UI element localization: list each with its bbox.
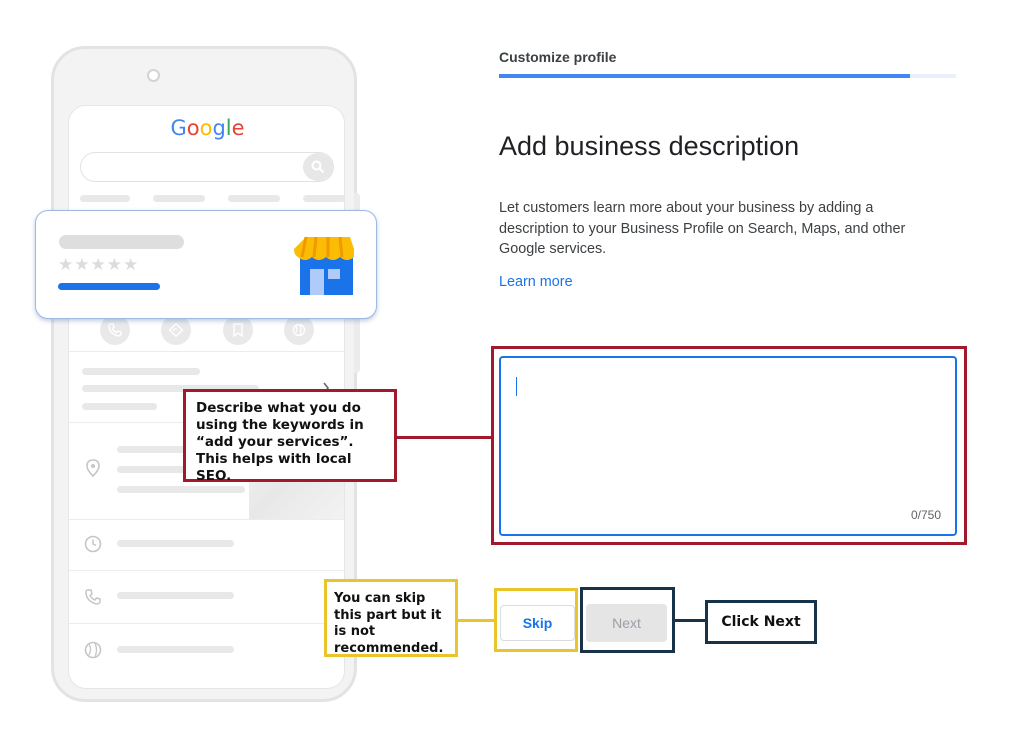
divider xyxy=(69,570,344,571)
connector-line xyxy=(397,436,492,439)
phone-illustration: Google xyxy=(51,46,357,702)
rating-stars: ★★★★★ xyxy=(58,255,140,275)
skip-button[interactable]: Skip xyxy=(500,605,575,641)
divider xyxy=(69,351,344,352)
description-text: Let customers learn more about your busi… xyxy=(499,200,906,257)
phone-icon xyxy=(83,587,103,607)
seo-callout: Describe what you do using the keywords … xyxy=(183,389,397,484)
globe-icon xyxy=(83,640,103,660)
divider xyxy=(69,623,344,624)
google-logo-letter: o xyxy=(186,116,200,140)
phone-search-bar xyxy=(80,152,334,182)
progress-bar xyxy=(499,74,956,78)
placeholder-bar xyxy=(117,592,234,599)
text-cursor xyxy=(516,377,517,396)
progress-fill xyxy=(499,74,911,78)
google-logo-letter: e xyxy=(231,116,245,140)
placeholder-bar xyxy=(153,195,205,202)
search-icon xyxy=(303,153,333,181)
page-title: Add business description xyxy=(499,131,800,161)
placeholder-bar xyxy=(117,646,234,653)
google-logo: Google xyxy=(69,116,344,140)
business-name-placeholder xyxy=(59,235,184,249)
bookmark-icon xyxy=(223,315,253,345)
placeholder-bar xyxy=(117,486,245,493)
phone-icon xyxy=(100,315,130,345)
location-pin-icon xyxy=(83,458,103,478)
placeholder-bar xyxy=(82,403,157,410)
placeholder-bar xyxy=(82,368,200,375)
business-description-input[interactable]: 0/750 xyxy=(499,356,957,536)
google-logo-letter: G xyxy=(170,116,187,140)
placeholder-bar xyxy=(228,195,280,202)
connector-line xyxy=(675,619,705,622)
learn-more-link[interactable]: Learn more xyxy=(499,274,573,290)
placeholder-bar xyxy=(117,540,234,547)
skip-callout: You can skip this part but it is not rec… xyxy=(324,579,458,657)
connector-line xyxy=(458,619,495,622)
step-label: Customize profile xyxy=(499,49,617,65)
placeholder-bar xyxy=(117,446,187,453)
google-logo-letter: g xyxy=(212,116,226,140)
character-count: 0/750 xyxy=(910,508,941,522)
globe-icon xyxy=(284,315,314,345)
clock-icon xyxy=(83,534,103,554)
phone-camera xyxy=(147,69,160,82)
divider xyxy=(69,519,344,520)
next-callout: Click Next xyxy=(705,600,817,644)
next-button[interactable]: Next xyxy=(586,604,667,642)
business-card: ★★★★★ xyxy=(35,210,377,319)
business-accent-bar xyxy=(58,283,160,290)
placeholder-bar xyxy=(303,195,344,202)
placeholder-bar xyxy=(80,195,130,202)
directions-icon xyxy=(161,315,191,345)
google-logo-letter: o xyxy=(199,116,213,140)
storefront-icon xyxy=(294,236,354,295)
